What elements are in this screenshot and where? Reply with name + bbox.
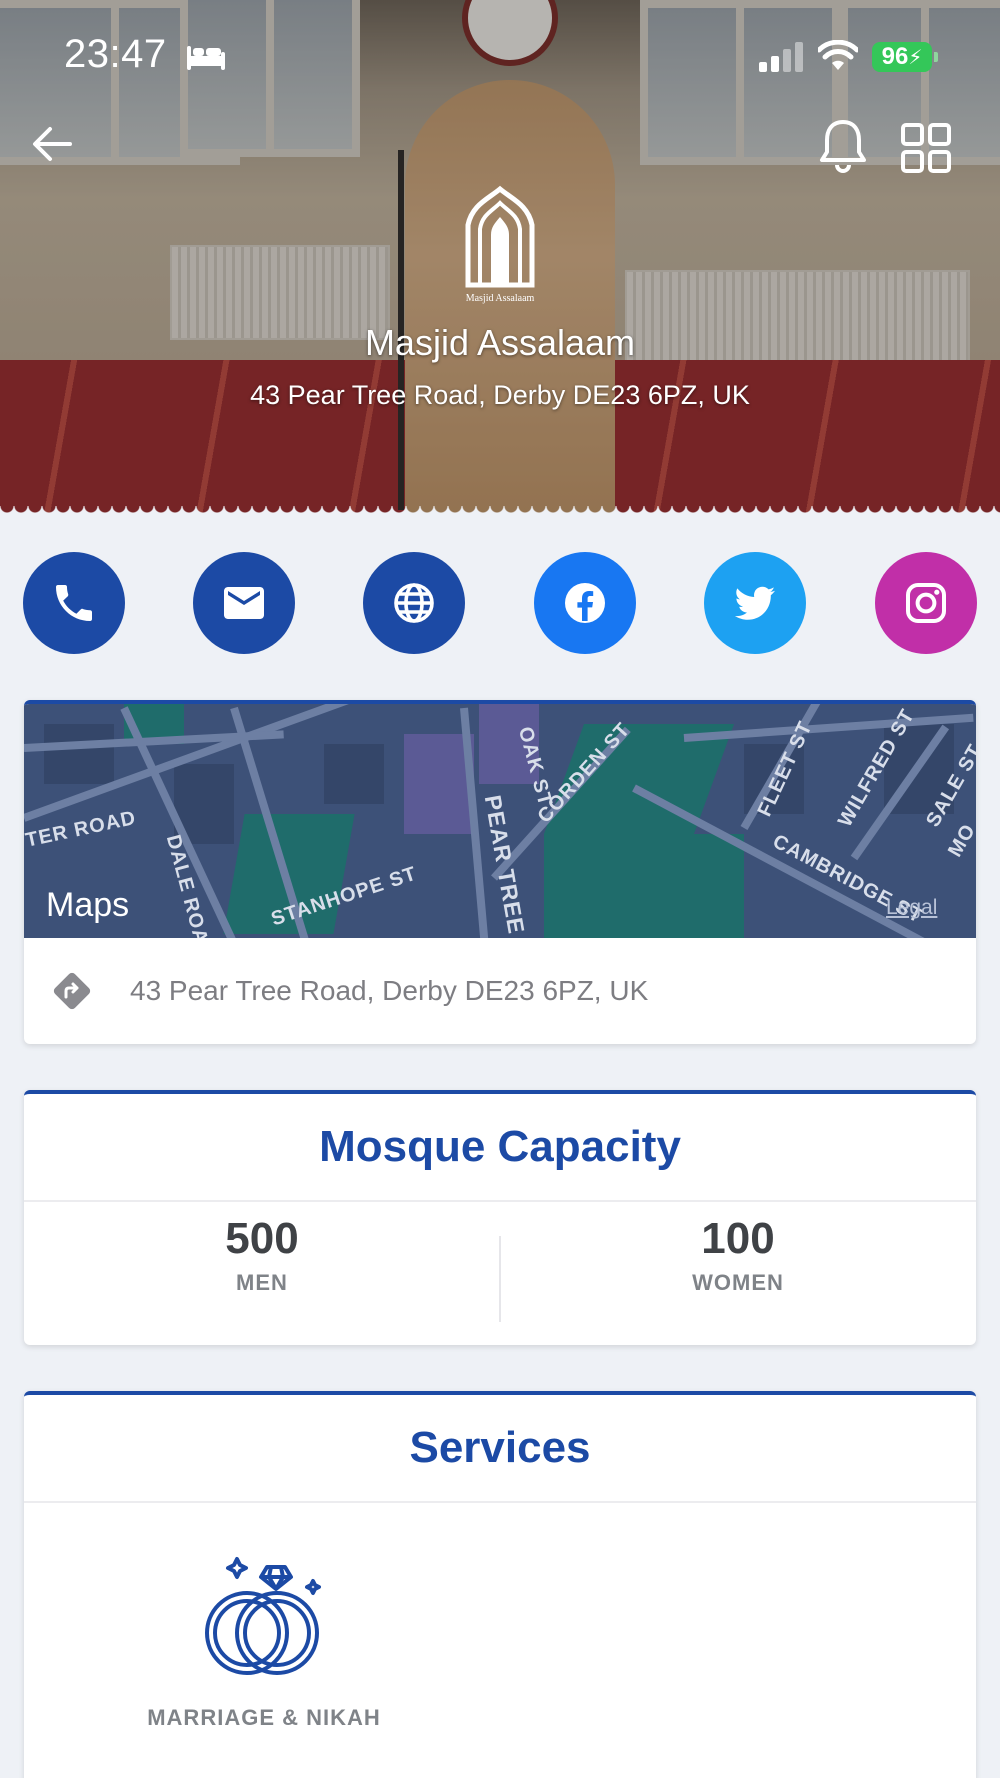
men-count: 500: [225, 1214, 299, 1263]
hero-scallop-edge: [0, 506, 1000, 518]
back-button[interactable]: [28, 120, 76, 168]
logo-caption: Masjid Assalaam: [466, 293, 535, 304]
mosque-name: Masjid Assalaam: [364, 322, 636, 363]
battery-level: 96: [881, 43, 909, 70]
wifi-icon: [818, 40, 858, 70]
instagram-button[interactable]: [875, 552, 977, 654]
battery-indicator: 96 ⚡: [872, 42, 938, 72]
services-card: Services MARRIAGE & NIKAH: [24, 1391, 976, 1778]
women-capacity: 100 WOMEN: [500, 1214, 976, 1296]
directions-icon: [53, 972, 91, 1010]
phone-icon: [56, 585, 92, 621]
status-time: 23:47: [64, 32, 167, 76]
instagram-icon: [906, 583, 946, 623]
directions-address: 43 Pear Tree Road, Derby DE23 6PZ, UK: [130, 975, 649, 1006]
mail-icon: [224, 587, 264, 619]
website-button[interactable]: [363, 552, 465, 654]
capacity-card: Mosque Capacity 500 MEN 100 WOMEN: [24, 1090, 976, 1345]
map-view[interactable]: TER ROAD DALE ROAD STANHOPE ST PEAR TREE…: [24, 704, 976, 938]
women-label: WOMEN: [692, 1270, 784, 1295]
mosque-address: 43 Pear Tree Road, Derby DE23 6PZ, UK: [250, 380, 750, 410]
apple-maps-logo: Maps: [46, 886, 130, 924]
globe-icon: [394, 583, 434, 623]
facebook-button[interactable]: [534, 552, 636, 654]
grid-menu-icon[interactable]: [900, 122, 952, 174]
men-capacity: 500 MEN: [24, 1214, 500, 1296]
map-street-label: PEAR TREE RO: [479, 793, 538, 938]
twitter-icon: [735, 586, 775, 620]
mosque-logo: Masjid Assalaam: [465, 185, 535, 304]
map-legal-link[interactable]: Legal: [886, 896, 937, 920]
service-label: MARRIAGE & NIKAH: [147, 1705, 381, 1730]
capacity-title: Mosque Capacity: [24, 1094, 976, 1202]
rings-icon: [205, 1557, 321, 1675]
signal-icon: [759, 42, 803, 72]
twitter-button[interactable]: [704, 552, 806, 654]
directions-row[interactable]: 43 Pear Tree Road, Derby DE23 6PZ, UK: [24, 938, 976, 1044]
bed-icon: [187, 46, 225, 70]
phone-button[interactable]: [23, 552, 125, 654]
status-bar: 23:47 96 ⚡: [0, 0, 1000, 110]
services-title: Services: [24, 1395, 976, 1503]
email-button[interactable]: [193, 552, 295, 654]
women-count: 100: [701, 1214, 775, 1263]
facebook-icon: [565, 583, 605, 623]
notifications-bell-icon[interactable]: [818, 118, 868, 174]
men-label: MEN: [236, 1270, 288, 1295]
service-item-marriage[interactable]: MARRIAGE & NIKAH: [134, 1555, 394, 1731]
map-street-label: MO: [944, 820, 976, 861]
map-card: TER ROAD DALE ROAD STANHOPE ST PEAR TREE…: [24, 700, 976, 1044]
